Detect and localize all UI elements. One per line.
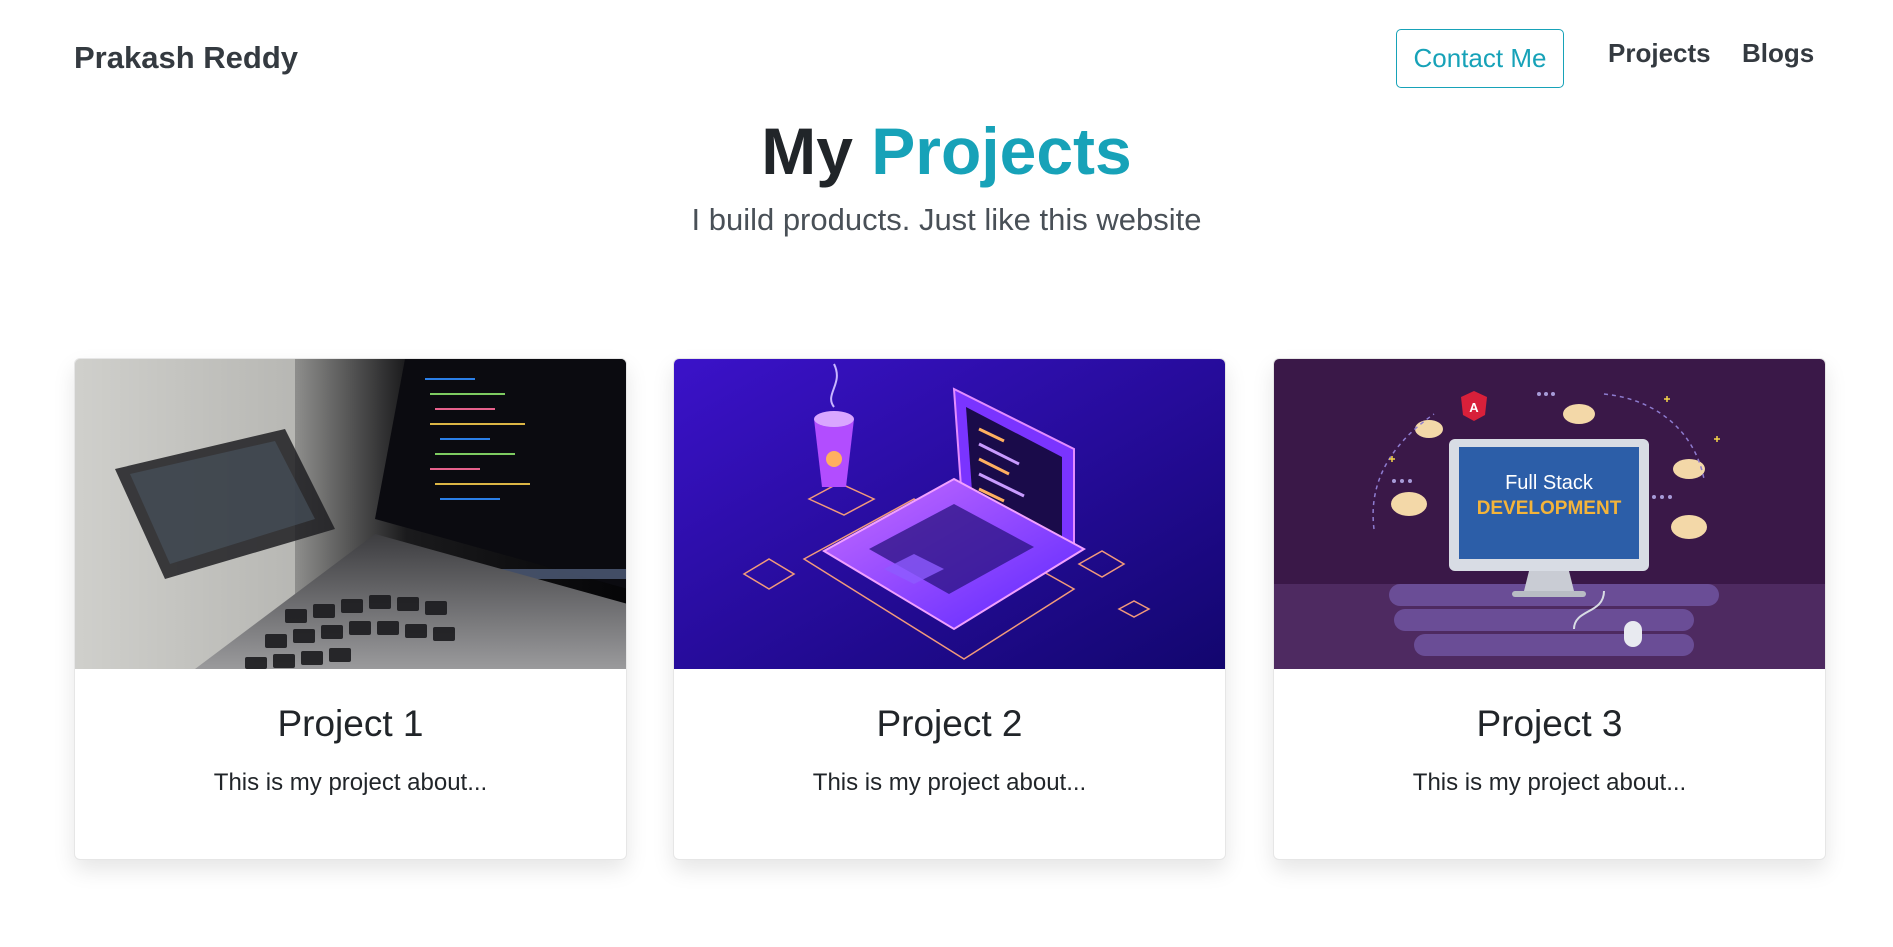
brand-name[interactable]: Prakash Reddy — [74, 40, 298, 76]
nav-link-projects[interactable]: Projects — [1608, 38, 1711, 69]
contact-me-button[interactable]: Contact Me — [1396, 29, 1564, 88]
project-3-image: Full Stack DEVELOPMENT A — [1274, 359, 1825, 669]
fullstack-line1: Full Stack — [1505, 472, 1594, 494]
project-card-1[interactable]: Project 1 This is my project about... — [74, 358, 627, 860]
project-2-title: Project 2 — [876, 703, 1023, 744]
page-title-prefix: My — [761, 114, 872, 188]
project-2-image — [674, 359, 1225, 669]
svg-text:A: A — [1469, 400, 1479, 415]
page-subtitle: I build products. Just like this website — [691, 202, 1202, 237]
project-3-description: This is my project about... — [1412, 769, 1687, 796]
page-title: My Projects — [0, 112, 1893, 190]
project-2-description: This is my project about... — [812, 769, 1087, 796]
page-title-accent: Projects — [871, 114, 1132, 188]
nav-link-blogs[interactable]: Blogs — [1742, 38, 1814, 69]
project-1-title: Project 1 — [277, 703, 424, 744]
project-3-title: Project 3 — [1476, 703, 1623, 744]
project-1-image — [75, 359, 626, 669]
project-card-2[interactable]: Project 2 This is my project about... — [673, 358, 1226, 860]
project-1-description: This is my project about... — [213, 769, 488, 796]
fullstack-line2: DEVELOPMENT — [1477, 498, 1622, 519]
navbar: Prakash Reddy Contact Me Projects Blogs — [0, 0, 1893, 110]
project-card-3[interactable]: Full Stack DEVELOPMENT A Project 3 This … — [1273, 358, 1826, 860]
